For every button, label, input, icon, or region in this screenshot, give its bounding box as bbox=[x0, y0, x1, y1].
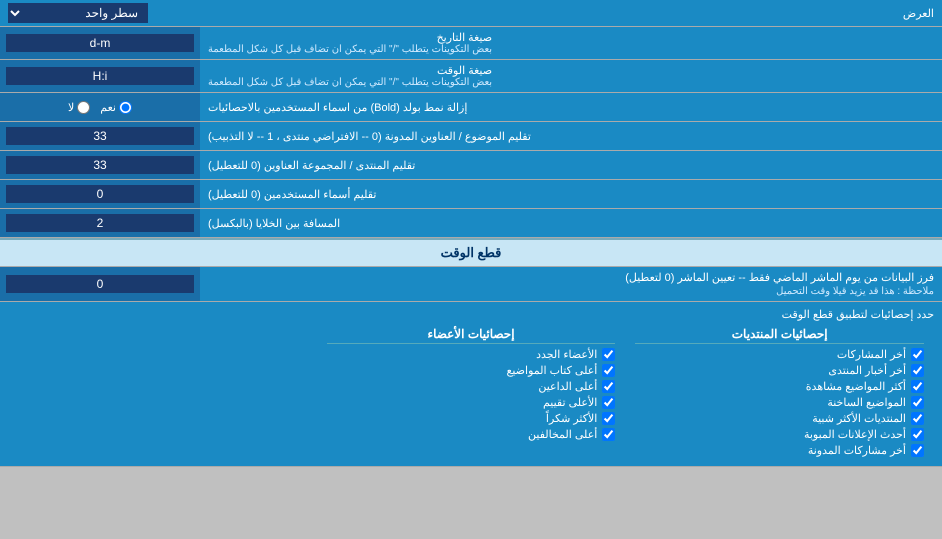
cutoff-section-header: قطع الوقت bbox=[0, 238, 942, 267]
stat-similar-forums-checkbox[interactable] bbox=[911, 412, 924, 425]
list-item: أخر مشاركات المدونة bbox=[635, 444, 924, 457]
username-trim-input[interactable] bbox=[6, 185, 194, 203]
stat-top-violators-label: أعلى المخالفين bbox=[528, 428, 597, 441]
list-item: أخر المشاركات bbox=[635, 348, 924, 361]
display-select[interactable]: سطر واحد سطران ثلاثة أسطر bbox=[8, 3, 148, 23]
stat-last-news-checkbox[interactable] bbox=[911, 364, 924, 377]
topic-trim-label: تقليم الموضوع / العناوين المدونة (0 -- ا… bbox=[200, 122, 942, 150]
stat-most-viewed-label: أكثر المواضيع مشاهدة bbox=[806, 380, 906, 393]
cutoff-row: فرز البيانات من يوم الماشر الماضي فقط --… bbox=[0, 267, 942, 302]
list-item: أعلى كتاب المواضيع bbox=[327, 364, 616, 377]
stat-hot-topics-checkbox[interactable] bbox=[911, 396, 924, 409]
forum-trim-input[interactable] bbox=[6, 156, 194, 174]
username-trim-row: تقليم أسماء المستخدمين (0 للتعطيل) bbox=[0, 180, 942, 209]
date-format-input[interactable] bbox=[6, 34, 194, 52]
stat-last-posts-label: أخر المشاركات bbox=[837, 348, 906, 361]
list-item: أخر أخبار المنتدى bbox=[635, 364, 924, 377]
stat-top-writers-checkbox[interactable] bbox=[602, 364, 615, 377]
list-item: المواضيع الساخنة bbox=[635, 396, 924, 409]
stats-col1-title: إحصائيات المنتديات bbox=[635, 327, 924, 344]
list-item: أكثر المواضيع مشاهدة bbox=[635, 380, 924, 393]
stat-similar-forums-label: المنتديات الأكثر شبية bbox=[812, 412, 906, 425]
stat-last-news-label: أخر أخبار المنتدى bbox=[828, 364, 906, 377]
stat-top-writers-label: أعلى كتاب المواضيع bbox=[507, 364, 598, 377]
forum-trim-label: تقليم المنتدى / المجموعة العناوين (0 للت… bbox=[200, 151, 942, 179]
stat-top-inviters-label: أعلى الداعين bbox=[538, 380, 597, 393]
time-format-input-wrapper bbox=[0, 60, 200, 92]
username-trim-label: تقليم أسماء المستخدمين (0 للتعطيل) bbox=[200, 180, 942, 208]
list-item: أحدث الإعلانات المبوبة bbox=[635, 428, 924, 441]
time-format-input[interactable] bbox=[6, 67, 194, 85]
stat-top-rated-checkbox[interactable] bbox=[602, 396, 615, 409]
stat-most-thanked-label: الأكثر شكراً bbox=[546, 412, 597, 425]
forum-trim-input-wrapper bbox=[0, 151, 200, 179]
stats-header-label: حدد إحصائيات لتطبيق قطع الوقت bbox=[8, 308, 934, 321]
stat-most-thanked-checkbox[interactable] bbox=[602, 412, 615, 425]
topic-trim-row: تقليم الموضوع / العناوين المدونة (0 -- ا… bbox=[0, 122, 942, 151]
date-format-label: صيغة التاريخ بعض التكوينات يتطلب "/" الت… bbox=[200, 27, 942, 59]
cell-spacing-input-wrapper bbox=[0, 209, 200, 237]
username-trim-input-wrapper bbox=[0, 180, 200, 208]
cutoff-label: فرز البيانات من يوم الماشر الماضي فقط --… bbox=[200, 267, 942, 301]
cell-spacing-input[interactable] bbox=[6, 214, 194, 232]
stat-new-members-checkbox[interactable] bbox=[602, 348, 615, 361]
list-item: الأعلى تقييم bbox=[327, 396, 616, 409]
stats-col-forums: إحصائيات المنتديات أخر المشاركات أخر أخب… bbox=[625, 327, 934, 460]
bold-yes-label[interactable]: نعم bbox=[100, 101, 132, 114]
stats-col-members: إحصائيات الأعضاء الأعضاء الجدد أعلى كتاب… bbox=[317, 327, 626, 460]
bold-yes-radio[interactable] bbox=[119, 101, 132, 114]
stats-section: حدد إحصائيات لتطبيق قطع الوقت إحصائيات ا… bbox=[0, 302, 942, 467]
cutoff-input-wrapper bbox=[0, 267, 200, 301]
list-item: أعلى الداعين bbox=[327, 380, 616, 393]
display-label: العرض bbox=[148, 7, 934, 20]
list-item: الأعضاء الجدد bbox=[327, 348, 616, 361]
list-item: أعلى المخالفين bbox=[327, 428, 616, 441]
stat-blog-posts-checkbox[interactable] bbox=[911, 444, 924, 457]
stat-hot-topics-label: المواضيع الساخنة bbox=[827, 396, 906, 409]
stats-col2-title: إحصائيات الأعضاء bbox=[327, 327, 616, 344]
stats-header-row: حدد إحصائيات لتطبيق قطع الوقت bbox=[8, 308, 934, 321]
topic-trim-input[interactable] bbox=[6, 127, 194, 145]
date-format-row: صيغة التاريخ بعض التكوينات يتطلب "/" الت… bbox=[0, 27, 942, 60]
stat-top-inviters-checkbox[interactable] bbox=[602, 380, 615, 393]
stat-top-rated-label: الأعلى تقييم bbox=[543, 396, 597, 409]
stat-last-posts-checkbox[interactable] bbox=[911, 348, 924, 361]
bold-remove-options: نعم لا bbox=[0, 93, 200, 121]
stat-top-violators-checkbox[interactable] bbox=[602, 428, 615, 441]
list-item: المنتديات الأكثر شبية bbox=[635, 412, 924, 425]
stat-new-members-label: الأعضاء الجدد bbox=[536, 348, 597, 361]
stats-col-empty bbox=[8, 327, 317, 460]
stats-columns: إحصائيات المنتديات أخر المشاركات أخر أخب… bbox=[8, 327, 934, 460]
bold-remove-label: إزالة نمط بولد (Bold) من اسماء المستخدمي… bbox=[200, 93, 942, 121]
bold-radio-group: نعم لا bbox=[60, 97, 140, 118]
stat-classifieds-checkbox[interactable] bbox=[911, 428, 924, 441]
display-row: العرض سطر واحد سطران ثلاثة أسطر bbox=[0, 0, 942, 27]
stat-most-viewed-checkbox[interactable] bbox=[911, 380, 924, 393]
cutoff-input[interactable] bbox=[6, 275, 194, 293]
cell-spacing-label: المسافة بين الخلايا (بالبكسل) bbox=[200, 209, 942, 237]
cell-spacing-row: المسافة بين الخلايا (بالبكسل) bbox=[0, 209, 942, 238]
bold-remove-row: إزالة نمط بولد (Bold) من اسماء المستخدمي… bbox=[0, 93, 942, 122]
time-format-label: صيغة الوقت بعض التكوينات يتطلب "/" التي … bbox=[200, 60, 942, 92]
topic-trim-input-wrapper bbox=[0, 122, 200, 150]
stat-blog-posts-label: أخر مشاركات المدونة bbox=[808, 444, 906, 457]
forum-trim-row: تقليم المنتدى / المجموعة العناوين (0 للت… bbox=[0, 151, 942, 180]
stat-classifieds-label: أحدث الإعلانات المبوبة bbox=[804, 428, 906, 441]
time-format-row: صيغة الوقت بعض التكوينات يتطلب "/" التي … bbox=[0, 60, 942, 93]
date-format-input-wrapper bbox=[0, 27, 200, 59]
list-item: الأكثر شكراً bbox=[327, 412, 616, 425]
bold-no-radio[interactable] bbox=[77, 101, 90, 114]
bold-no-label[interactable]: لا bbox=[68, 101, 90, 114]
